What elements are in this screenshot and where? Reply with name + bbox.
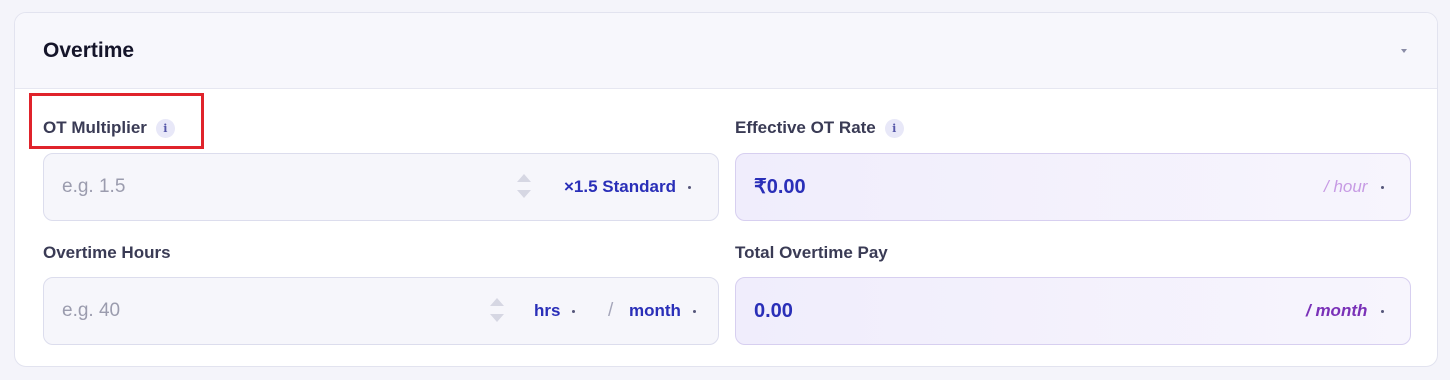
card-header[interactable]: Overtime <box>15 13 1437 89</box>
ot-multiplier-field[interactable]: ×1.5 Standard <box>43 153 719 221</box>
chevron-down-icon <box>572 309 576 313</box>
info-icon[interactable]: i <box>155 118 175 138</box>
chevron-down-icon[interactable] <box>1401 49 1407 53</box>
overtime-hours-label: Overtime Hours <box>43 243 171 263</box>
number-spinner-icon[interactable] <box>517 174 531 202</box>
chevron-down-icon <box>687 185 691 189</box>
hours-unit-select[interactable]: hrs <box>534 278 576 344</box>
info-icon[interactable]: i <box>884 118 904 138</box>
multiplier-preset-label: ×1.5 Standard <box>564 177 676 196</box>
unit-separator: / <box>608 300 614 321</box>
ot-multiplier-input[interactable] <box>62 154 302 220</box>
total-overtime-pay-label: Total Overtime Pay <box>735 243 888 263</box>
effective-ot-rate-value: ₹0.00 <box>754 176 806 198</box>
number-spinner-icon[interactable] <box>490 298 504 326</box>
overtime-hours-field[interactable]: hrs / month <box>43 277 719 345</box>
chevron-down-icon <box>1381 185 1385 189</box>
effective-ot-rate-label: Effective OT Rate i <box>735 118 904 138</box>
total-overtime-pay-field: 0.00 / month <box>735 277 1411 345</box>
chevron-down-icon <box>692 309 696 313</box>
spinner-up-icon[interactable] <box>490 298 504 306</box>
chevron-down-icon <box>1381 309 1385 313</box>
overtime-hours-label-text: Overtime Hours <box>43 243 171 262</box>
effective-ot-rate-field: ₹0.00 / hour <box>735 153 1411 221</box>
ot-multiplier-label: OT Multiplier i <box>43 118 175 138</box>
hours-period-label: month <box>629 301 681 320</box>
section-title: Overtime <box>43 39 135 62</box>
overtime-card: Overtime OT Multiplier i Effective OT Ra… <box>14 12 1438 367</box>
ot-multiplier-label-text: OT Multiplier <box>43 118 147 137</box>
spinner-down-icon[interactable] <box>517 190 531 198</box>
overtime-hours-input[interactable] <box>62 278 302 344</box>
spinner-up-icon[interactable] <box>517 174 531 182</box>
pay-period-label: / month <box>1306 301 1368 320</box>
effective-ot-rate-label-text: Effective OT Rate <box>735 118 876 137</box>
rate-unit-select[interactable]: / hour <box>1324 154 1385 220</box>
total-overtime-pay-value: 0.00 <box>754 300 793 322</box>
multiplier-preset-select[interactable]: ×1.5 Standard <box>564 154 691 220</box>
total-overtime-pay-label-text: Total Overtime Pay <box>735 243 888 262</box>
hours-period-select[interactable]: month <box>629 278 696 344</box>
rate-unit-label: / hour <box>1324 177 1368 196</box>
pay-period-select[interactable]: / month <box>1306 278 1385 344</box>
spinner-down-icon[interactable] <box>490 314 504 322</box>
hours-unit-label: hrs <box>534 301 561 320</box>
